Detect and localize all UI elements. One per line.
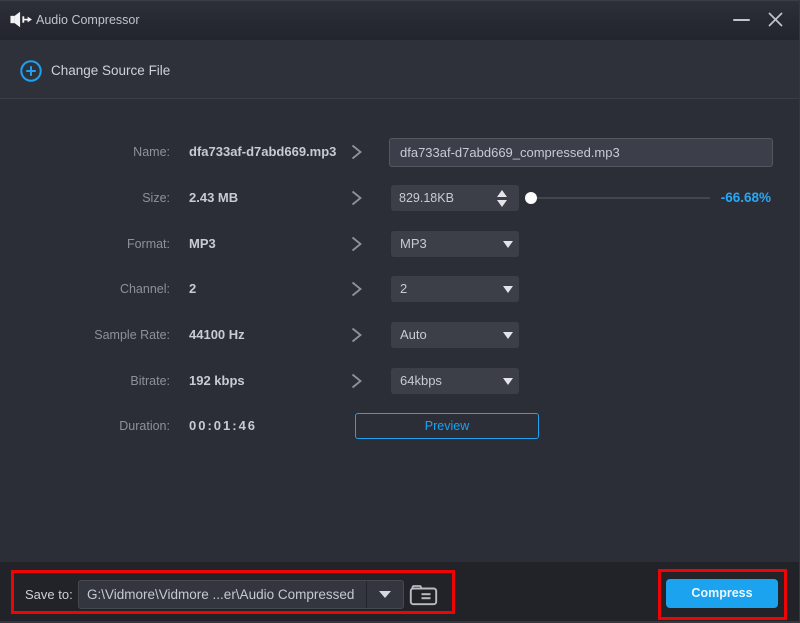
name-label: Name: — [0, 137, 170, 167]
spinner-up-icon[interactable] — [497, 190, 507, 197]
target-size-spinner[interactable]: 829.18KB — [391, 185, 519, 211]
duration-value: 00:01:46 — [189, 411, 257, 441]
size-slider-handle[interactable] — [525, 192, 537, 204]
channel-source-value: 2 — [189, 274, 196, 304]
bitrate-selected-value: 64kbps — [400, 373, 442, 388]
close-icon — [768, 12, 783, 27]
sample-rate-selected-value: Auto — [400, 327, 427, 342]
chevron-right-icon — [351, 373, 362, 389]
output-name-input[interactable]: dfa733af-d7abd669_compressed.mp3 — [389, 138, 773, 167]
speaker-icon — [10, 11, 32, 28]
dropdown-caret-icon — [503, 332, 513, 339]
header-bar: Change Source File — [0, 40, 800, 99]
bitrate-row: Bitrate: 192 kbps 64kbps — [0, 366, 800, 396]
format-selected-value: MP3 — [400, 236, 427, 251]
sample-rate-row: Sample Rate: 44100 Hz Auto — [0, 320, 800, 350]
save-area-annotation-box — [11, 570, 455, 614]
spinner-down-icon[interactable] — [497, 200, 507, 207]
preview-button[interactable]: Preview — [355, 413, 539, 439]
channel-dropdown[interactable]: 2 — [391, 276, 519, 302]
size-source-value: 2.43 MB — [189, 183, 238, 213]
size-slider — [528, 183, 710, 213]
plus-circle-icon — [20, 60, 42, 82]
title-bar: Audio Compressor — [0, 0, 800, 40]
format-source-value: MP3 — [189, 229, 216, 259]
chevron-right-icon — [351, 281, 362, 297]
dropdown-caret-icon — [503, 241, 513, 248]
format-row: Format: MP3 MP3 — [0, 229, 800, 259]
name-row: Name: dfa733af-d7abd669.mp3 dfa733af-d7a… — [0, 137, 800, 167]
chevron-right-icon — [351, 236, 362, 252]
bitrate-source-value: 192 kbps — [189, 366, 245, 396]
chevron-right-icon — [351, 327, 362, 343]
dropdown-caret-icon — [503, 286, 513, 293]
settings-panel: Name: dfa733af-d7abd669.mp3 dfa733af-d7a… — [0, 100, 800, 562]
change-source-file-label: Change Source File — [51, 63, 170, 78]
duration-row: Duration: 00:01:46 Preview — [0, 411, 800, 441]
format-dropdown[interactable]: MP3 — [391, 231, 519, 257]
name-source-value: dfa733af-d7abd669.mp3 — [189, 137, 336, 167]
size-slider-track[interactable] — [528, 197, 710, 199]
sample-rate-label: Sample Rate: — [0, 320, 170, 350]
channel-label: Channel: — [0, 274, 170, 304]
minimize-button[interactable] — [724, 1, 758, 39]
footer-bar: Save to: G:\Vidmore\Vidmore ...er\Audio … — [0, 562, 800, 623]
duration-label: Duration: — [0, 411, 170, 441]
target-size-value: 829.18KB — [399, 191, 454, 205]
bitrate-dropdown[interactable]: 64kbps — [391, 368, 519, 394]
spinner-arrows — [497, 190, 508, 207]
minimize-icon — [733, 19, 750, 21]
chevron-right-icon — [351, 144, 362, 160]
size-label: Size: — [0, 183, 170, 213]
sample-rate-dropdown[interactable]: Auto — [391, 322, 519, 348]
format-label: Format: — [0, 229, 170, 259]
dropdown-caret-icon — [503, 378, 513, 385]
chevron-right-icon — [351, 190, 362, 206]
bitrate-label: Bitrate: — [0, 366, 170, 396]
window-title: Audio Compressor — [36, 1, 140, 39]
size-reduction-percent: -66.68% — [721, 183, 771, 213]
channel-row: Channel: 2 2 — [0, 274, 800, 304]
compress-annotation-box — [658, 569, 787, 620]
audio-compressor-window: Audio Compressor Change Source File Name… — [0, 0, 800, 623]
change-source-file-button[interactable]: Change Source File — [20, 59, 170, 82]
sample-rate-source-value: 44100 Hz — [189, 320, 245, 350]
close-button[interactable] — [758, 1, 792, 39]
size-row: Size: 2.43 MB 829.18KB -66.68% — [0, 183, 800, 213]
channel-selected-value: 2 — [400, 281, 407, 296]
